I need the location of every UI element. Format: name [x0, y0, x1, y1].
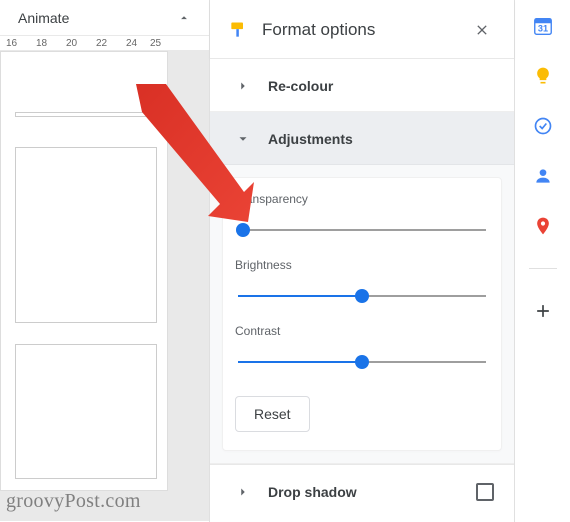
chevron-right-icon [234, 483, 252, 501]
watermark: groovyPost.com [6, 490, 141, 513]
contrast-label: Contrast [235, 324, 489, 338]
ruler-tick: 16 [6, 38, 17, 49]
divider [529, 268, 557, 269]
format-options-panel: Format options Re-colour Adjustments Tra… [210, 0, 514, 522]
ruler: 16 18 20 22 24 25 [0, 35, 209, 51]
slider-fill [238, 361, 365, 363]
adjustments-section: Adjustments Transparency Brightness [210, 111, 514, 464]
contrast-slider[interactable] [235, 352, 489, 372]
brightness-slider[interactable] [235, 286, 489, 306]
animate-label: Animate [18, 10, 69, 26]
slider-thumb[interactable] [355, 355, 369, 369]
slider-fill [238, 295, 365, 297]
dropshadow-label: Drop shadow [268, 484, 460, 500]
chevron-up-icon [175, 9, 193, 27]
ruler-tick: 24 [126, 38, 137, 49]
transparency-label: Transparency [235, 192, 489, 206]
paint-format-icon [228, 20, 248, 40]
calendar-icon[interactable]: 31 [531, 14, 555, 38]
reset-button[interactable]: Reset [235, 396, 310, 432]
slider-thumb[interactable] [355, 289, 369, 303]
dropshadow-checkbox[interactable] [476, 483, 494, 501]
slider-thumb[interactable] [236, 223, 250, 237]
brightness-slider-group: Brightness [235, 258, 489, 306]
transparency-slider[interactable] [235, 220, 489, 240]
slide-canvas-area[interactable]: groovyPost.com [0, 51, 209, 521]
svg-text:31: 31 [537, 24, 547, 34]
close-button[interactable] [468, 16, 496, 44]
keep-icon[interactable] [531, 64, 555, 88]
add-on-button[interactable] [531, 299, 555, 323]
adjustments-body: Transparency Brightness [222, 177, 502, 451]
recolour-section-header[interactable]: Re-colour [210, 59, 514, 111]
slide-canvas[interactable] [0, 51, 168, 491]
dropshadow-section-header[interactable]: Drop shadow [210, 464, 514, 517]
ruler-tick: 18 [36, 38, 47, 49]
brightness-label: Brightness [235, 258, 489, 272]
slide-placeholder[interactable] [15, 344, 157, 479]
slide-placeholder[interactable] [15, 112, 157, 117]
animate-section-header[interactable]: Animate [0, 0, 209, 35]
maps-icon[interactable] [531, 214, 555, 238]
format-options-title: Format options [262, 20, 454, 40]
slide-placeholder[interactable] [15, 147, 157, 323]
contacts-icon[interactable] [531, 164, 555, 188]
recolour-label: Re-colour [268, 78, 494, 94]
ruler-tick: 20 [66, 38, 77, 49]
contrast-slider-group: Contrast [235, 324, 489, 372]
adjustments-section-header[interactable]: Adjustments [210, 112, 514, 165]
adjustments-label: Adjustments [268, 131, 494, 147]
chevron-down-icon [234, 130, 252, 148]
ruler-tick: 25 [150, 38, 161, 49]
transparency-slider-group: Transparency [235, 192, 489, 240]
format-options-header: Format options [210, 0, 514, 59]
tasks-icon[interactable] [531, 114, 555, 138]
left-pane: Animate 16 18 20 22 24 25 groovyPost.com [0, 0, 210, 522]
slider-track [238, 229, 486, 231]
ruler-tick: 22 [96, 38, 107, 49]
chevron-right-icon [234, 77, 252, 95]
right-side-panel: 31 [514, 0, 570, 522]
